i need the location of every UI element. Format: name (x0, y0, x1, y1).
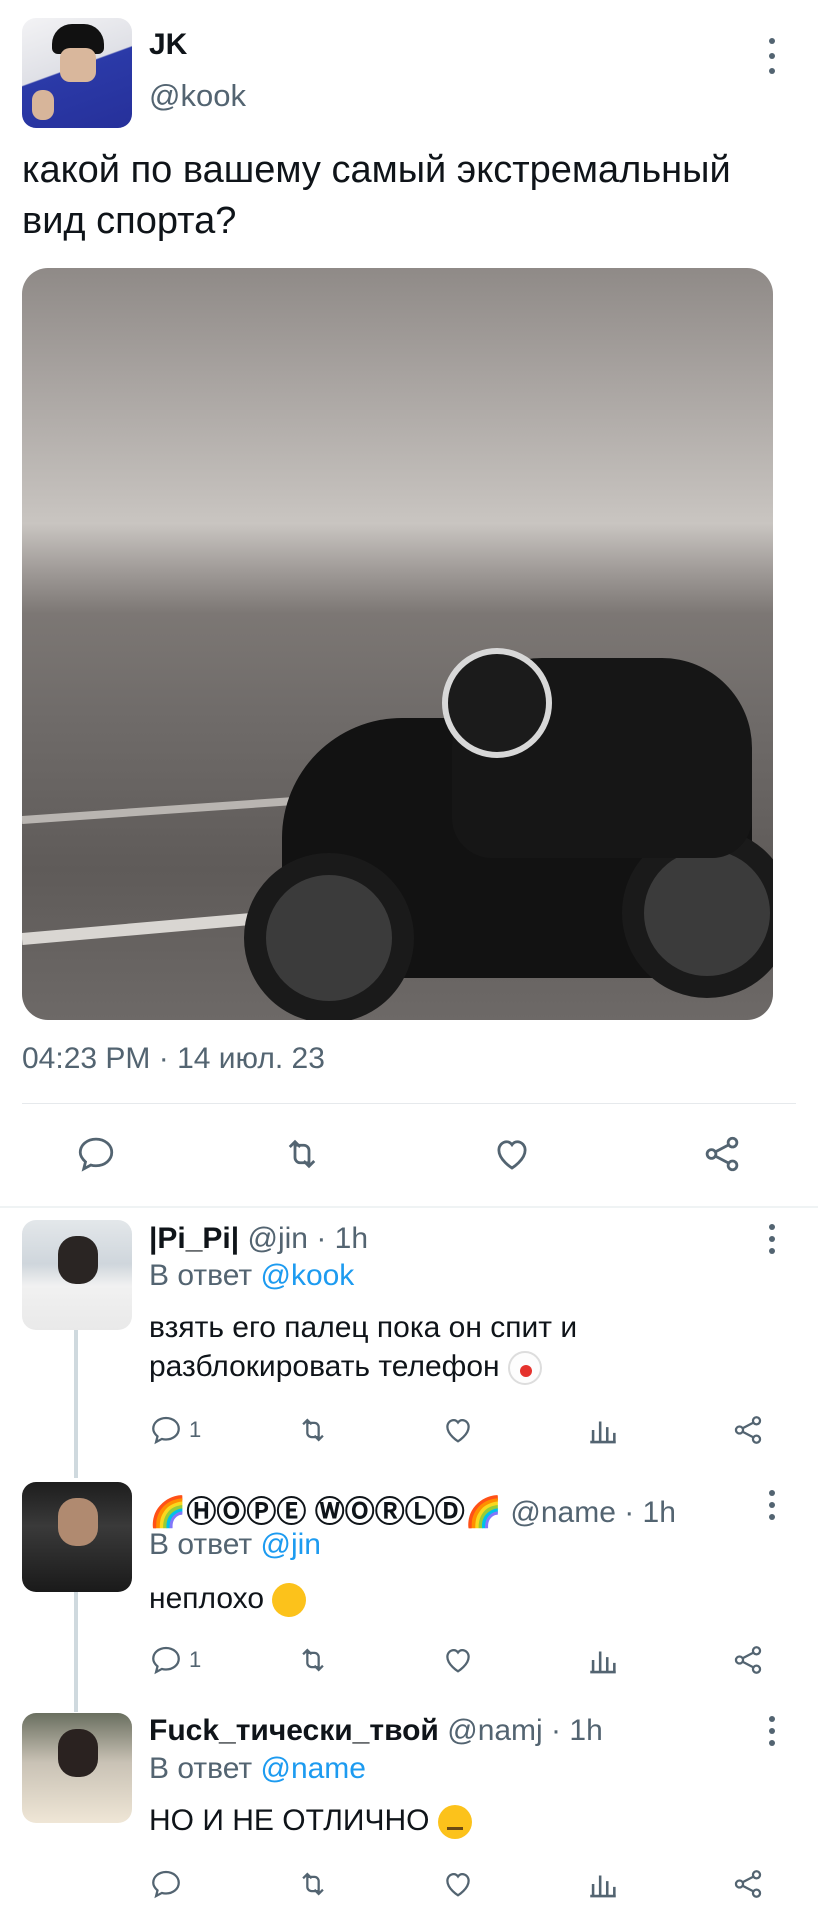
reply-time: · 1h (307, 1222, 369, 1255)
author-name[interactable]: JK (149, 28, 187, 62)
thread-line (74, 1592, 78, 1712)
mention-link[interactable]: @name (260, 1752, 366, 1785)
analytics-icon[interactable] (586, 1412, 620, 1448)
reply-avatar[interactable] (22, 1482, 132, 1592)
reply-author-line: Fuck_тически_твой @namj · 1h (149, 1714, 603, 1748)
section-divider (0, 1206, 818, 1208)
reply-text-block: взять его палец пока он спит и разблокир… (149, 1308, 789, 1386)
reply-text-block: НО И НЕ ОТЛИЧНО (149, 1801, 789, 1840)
retweet-icon[interactable] (296, 1642, 330, 1678)
author-handle[interactable]: @kook (149, 78, 246, 114)
reply-avatar[interactable] (22, 1713, 132, 1823)
reply-avatar[interactable] (22, 1220, 132, 1330)
reply-icon (152, 1870, 180, 1899)
reply-text: НО И НЕ ОТЛИЧНО (149, 1804, 430, 1837)
reply-button[interactable]: 1 (149, 1642, 201, 1678)
reply-author-name[interactable]: |Pi_Pi| (149, 1222, 239, 1255)
in-reply-to: В ответ @name (149, 1752, 366, 1786)
mention-link[interactable]: @jin (260, 1528, 320, 1561)
heart-icon[interactable] (441, 1412, 475, 1448)
avatar-head (58, 1729, 98, 1777)
road-line (22, 795, 322, 824)
reply-text-block: неплохо (149, 1578, 789, 1622)
reply-author-name[interactable]: Fuck_тически_твой (149, 1714, 439, 1747)
analytics-icon[interactable] (586, 1642, 620, 1678)
in-reply-label: В ответ (149, 1528, 253, 1561)
heart-icon[interactable] (441, 1866, 475, 1902)
mention-link[interactable]: @kook (260, 1259, 354, 1292)
heart-icon[interactable] (490, 1132, 534, 1176)
unamused-face-icon (437, 1805, 472, 1840)
heart-icon[interactable] (441, 1642, 475, 1678)
share-icon[interactable] (700, 1132, 744, 1176)
reply-author-handle[interactable]: @namj (447, 1714, 542, 1747)
more-options-icon[interactable] (767, 38, 777, 74)
reply-time: · 1h (615, 1496, 676, 1529)
reply-icon (152, 1416, 180, 1445)
reply-author-name[interactable]: 🌈ⒽⓄⓅⒺ ⓌⓄⓇⓁⒹ🌈 (149, 1496, 502, 1529)
reply-author-handle[interactable]: @name (510, 1496, 616, 1529)
thread-line (74, 1330, 78, 1478)
reply-icon[interactable] (74, 1132, 118, 1176)
in-reply-to: В ответ @kook (149, 1259, 354, 1293)
more-options-icon[interactable] (767, 1716, 777, 1746)
reply-time: · 1h (542, 1714, 603, 1747)
clown-face-icon (507, 1351, 542, 1386)
more-options-icon[interactable] (767, 1224, 777, 1254)
retweet-icon[interactable] (296, 1412, 330, 1448)
in-reply-to: В ответ @jin (149, 1528, 321, 1562)
in-reply-label: В ответ (149, 1259, 253, 1292)
share-icon[interactable] (731, 1642, 765, 1678)
reply-button[interactable]: 1 (149, 1412, 201, 1448)
analytics-icon[interactable] (586, 1866, 620, 1902)
reply-author-line: |Pi_Pi| @jin · 1h (149, 1222, 368, 1256)
reply-count: 1 (189, 1417, 202, 1442)
retweet-icon[interactable] (280, 1132, 324, 1176)
avatar-hand (32, 90, 54, 120)
retweet-icon[interactable] (296, 1866, 330, 1902)
avatar-head (58, 1498, 98, 1546)
divider (22, 1103, 796, 1104)
avatar-head (58, 1236, 98, 1284)
reply-icon (152, 1646, 180, 1675)
road-line (22, 910, 282, 945)
share-icon[interactable] (731, 1866, 765, 1902)
more-options-icon[interactable] (767, 1490, 777, 1520)
share-icon[interactable] (731, 1412, 765, 1448)
reply-text: неплохо (149, 1582, 265, 1615)
reply-author-handle[interactable]: @jin (248, 1222, 308, 1255)
tweet-text: какой по вашему самый экстремальный вид … (22, 149, 731, 242)
avatar-face (60, 48, 96, 82)
front-wheel (244, 853, 414, 1020)
reply-count: 1 (189, 1647, 202, 1672)
tweet-media-image[interactable] (22, 268, 773, 1020)
helmet (442, 648, 552, 758)
author-avatar[interactable] (22, 18, 132, 128)
laughing-face-icon (267, 1578, 312, 1622)
tweet-timestamp: 04:23 PM · 14 июл. 23 (22, 1042, 325, 1075)
reply-author-line: 🌈ⒽⓄⓅⒺ ⓌⓄⓇⓁⒹ🌈 @name · 1h (149, 1487, 676, 1531)
in-reply-label: В ответ (149, 1752, 253, 1785)
reply-button[interactable] (149, 1866, 189, 1902)
